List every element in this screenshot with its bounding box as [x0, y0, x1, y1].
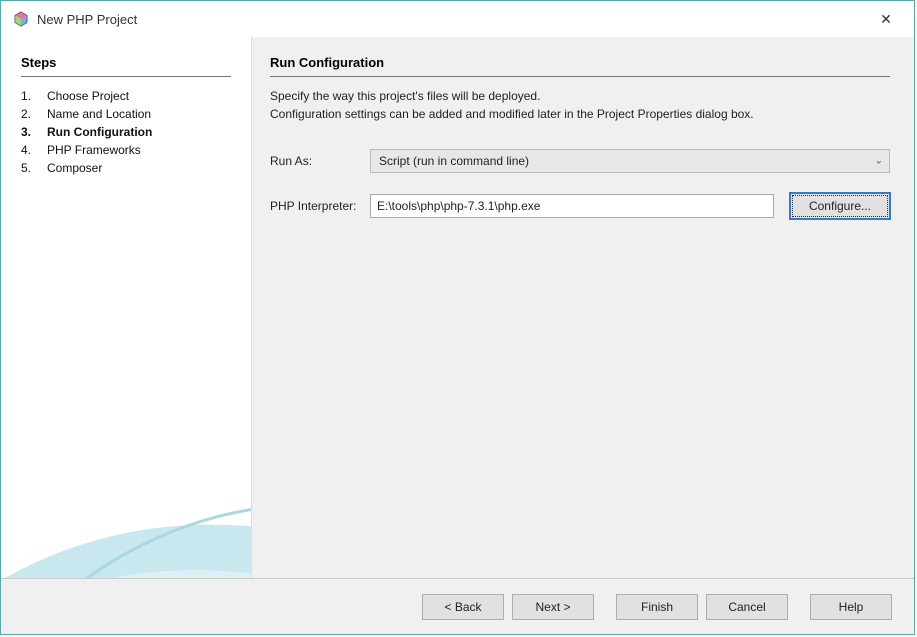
interpreter-label: PHP Interpreter:	[270, 199, 370, 213]
step-number: 1.	[21, 89, 47, 103]
step-label: Choose Project	[47, 89, 129, 103]
run-as-label: Run As:	[270, 154, 370, 168]
step-label: Composer	[47, 161, 102, 175]
configure-button[interactable]: Configure...	[790, 193, 890, 219]
step-number: 4.	[21, 143, 47, 157]
run-as-row: Run As: Script (run in command line) ⌄	[270, 149, 890, 173]
interpreter-value: E:\tools\php\php-7.3.1\php.exe	[377, 199, 540, 213]
back-button[interactable]: < Back	[422, 594, 504, 620]
finish-button[interactable]: Finish	[616, 594, 698, 620]
run-as-value: Script (run in command line)	[379, 154, 529, 168]
step-number: 3.	[21, 125, 47, 139]
next-button[interactable]: Next >	[512, 594, 594, 620]
close-icon[interactable]: ✕	[870, 11, 902, 28]
step-label: Name and Location	[47, 107, 151, 121]
steps-sidebar: Steps 1. Choose Project 2. Name and Loca…	[1, 37, 251, 578]
step-composer: 5. Composer	[21, 161, 231, 175]
interpreter-row: PHP Interpreter: E:\tools\php\php-7.3.1\…	[270, 193, 890, 219]
dialog-footer: < Back Next > Finish Cancel Help	[1, 578, 914, 634]
panel-description-1: Specify the way this project's files wil…	[270, 89, 890, 103]
step-number: 2.	[21, 107, 47, 121]
step-choose-project: 1. Choose Project	[21, 89, 231, 103]
step-php-frameworks: 4. PHP Frameworks	[21, 143, 231, 157]
steps-heading: Steps	[21, 55, 231, 77]
decorative-swoosh	[1, 358, 251, 578]
steps-list: 1. Choose Project 2. Name and Location 3…	[21, 89, 231, 175]
dialog-body: Steps 1. Choose Project 2. Name and Loca…	[1, 37, 914, 578]
app-icon	[13, 11, 29, 27]
step-run-configuration: 3. Run Configuration	[21, 125, 231, 139]
cancel-button[interactable]: Cancel	[706, 594, 788, 620]
panel-heading: Run Configuration	[270, 55, 890, 77]
run-as-select[interactable]: Script (run in command line) ⌄	[370, 149, 890, 173]
step-name-location: 2. Name and Location	[21, 107, 231, 121]
step-label: Run Configuration	[47, 125, 152, 139]
chevron-down-icon: ⌄	[875, 156, 883, 167]
titlebar: New PHP Project ✕	[1, 1, 914, 37]
panel-description-2: Configuration settings can be added and …	[270, 107, 890, 121]
window-title: New PHP Project	[37, 12, 870, 27]
interpreter-input[interactable]: E:\tools\php\php-7.3.1\php.exe	[370, 194, 774, 218]
step-number: 5.	[21, 161, 47, 175]
dialog-window: New PHP Project ✕ Steps 1. Choose Projec…	[0, 0, 915, 635]
help-button[interactable]: Help	[810, 594, 892, 620]
main-panel: Run Configuration Specify the way this p…	[251, 37, 914, 578]
step-label: PHP Frameworks	[47, 143, 141, 157]
